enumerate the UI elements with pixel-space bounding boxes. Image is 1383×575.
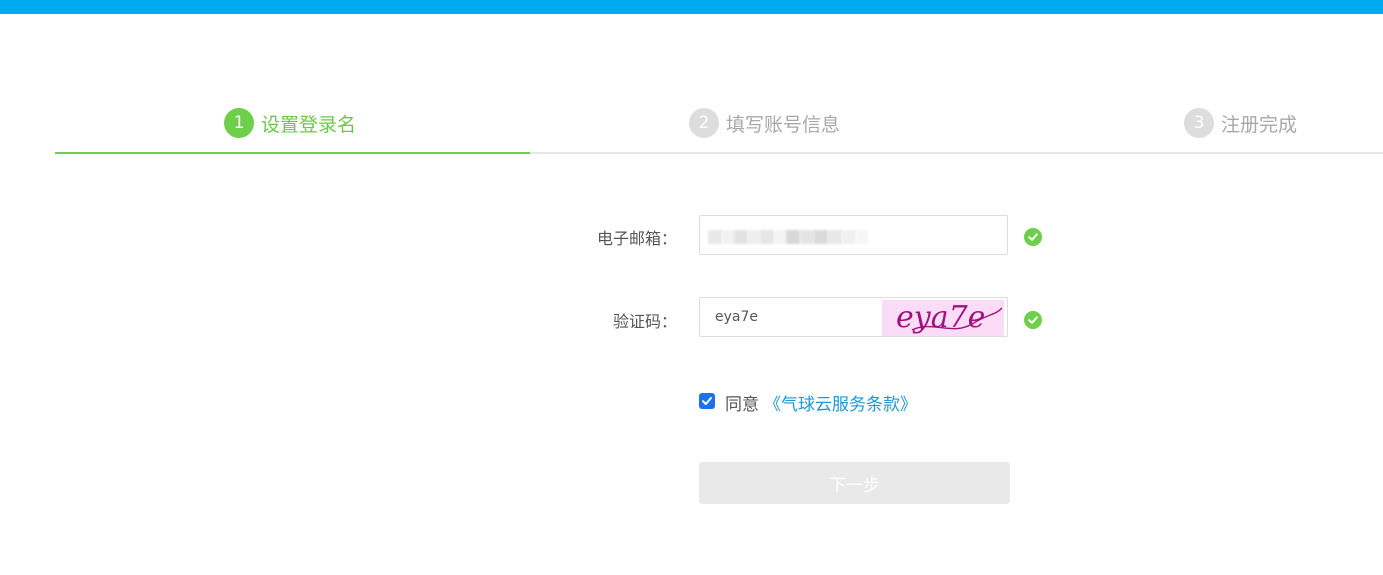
next-step-button[interactable]: 下一步 (699, 462, 1010, 504)
registration-steps: 1 设置登录名 2 填写账号信息 3 注册完成 (55, 100, 1383, 154)
step-set-login-name: 1 设置登录名 (224, 108, 356, 138)
step-fill-account-info: 2 填写账号信息 (689, 108, 840, 138)
step-label: 填写账号信息 (726, 113, 841, 136)
captcha-image-text: eya7e (896, 300, 985, 335)
step-number: 3 (1184, 108, 1214, 138)
captcha-image[interactable]: eya7e (882, 300, 1004, 336)
check-circle-icon (1024, 228, 1042, 246)
agree-text: 同意 (725, 395, 759, 415)
email-field-box (699, 215, 1008, 255)
active-step-underline (55, 152, 530, 154)
agree-checkbox[interactable] (699, 393, 715, 409)
step-label: 注册完成 (1221, 113, 1298, 136)
step-number: 1 (224, 108, 254, 138)
check-circle-icon (1024, 311, 1042, 329)
checkbox-checked-icon (702, 397, 712, 405)
top-brand-bar (0, 0, 1383, 14)
step-label: 设置登录名 (261, 113, 357, 136)
captcha-field[interactable] (700, 298, 880, 336)
email-field[interactable] (700, 216, 1007, 254)
step-registration-complete: 3 注册完成 (1184, 108, 1297, 138)
terms-of-service-link[interactable]: 《气球云服务条款》 (764, 390, 917, 415)
captcha-label: 验证码： (612, 312, 677, 331)
email-label: 电子邮箱： (596, 229, 677, 248)
captcha-field-box: eya7e (699, 297, 1008, 337)
step-number: 2 (689, 108, 719, 138)
